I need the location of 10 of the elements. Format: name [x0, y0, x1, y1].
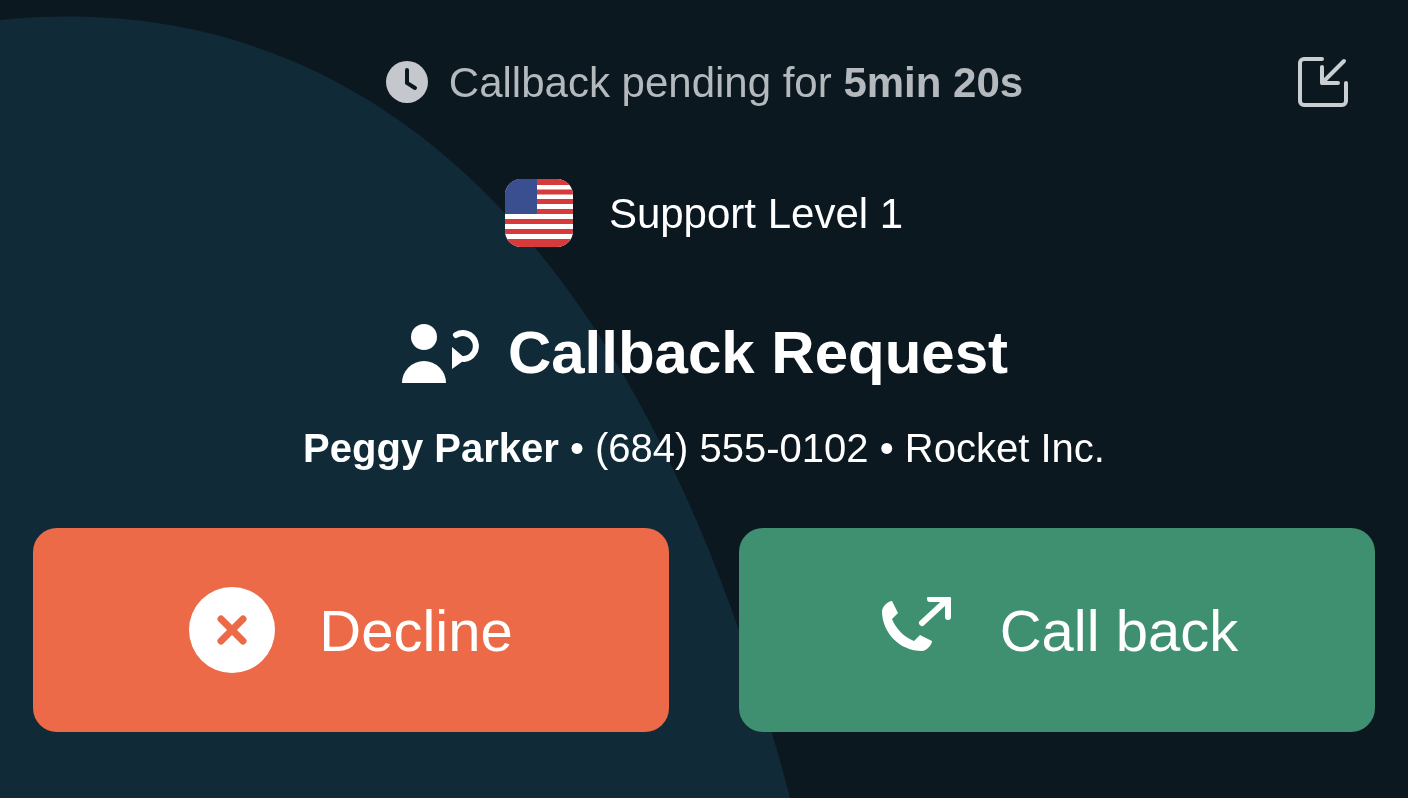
pending-status: Callback pending for 5min 20s — [448, 57, 1024, 108]
clock-icon — [384, 60, 429, 104]
call-back-button[interactable]: Call back — [739, 528, 1375, 732]
flag-icon — [504, 179, 573, 247]
close-icon — [189, 587, 276, 673]
caller-details: Peggy Parker • (684) 555-0102 • Rocket Inc. — [303, 425, 1105, 472]
minimize-icon[interactable] — [1296, 55, 1350, 109]
queue-label: Support Level 1 — [608, 188, 904, 239]
decline-button[interactable]: Decline — [33, 528, 669, 732]
call-title: Callback Request — [507, 318, 1009, 388]
